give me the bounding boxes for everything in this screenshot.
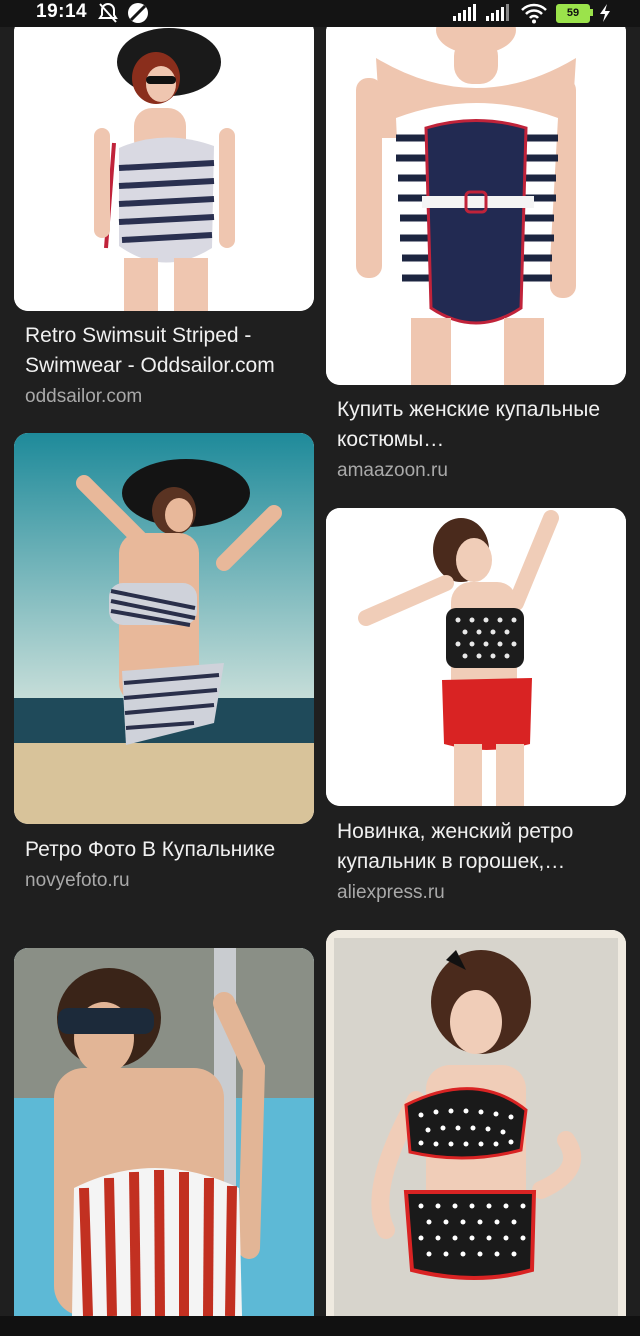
- navigation-bar: [0, 1316, 640, 1336]
- result-image-2[interactable]: [326, 18, 626, 385]
- signal-icon: [485, 2, 511, 27]
- result-image-4[interactable]: [326, 508, 626, 806]
- result-caption-4[interactable]: Новинка, женский ретро купальник в горош…: [337, 817, 637, 907]
- result-image-1[interactable]: [14, 18, 314, 311]
- wifi-icon: [520, 2, 548, 29]
- result-image-6[interactable]: [326, 930, 626, 1316]
- signal-icon: [452, 2, 478, 27]
- result-title: Ретро Фото В Купальнике: [25, 838, 276, 861]
- result-image-3[interactable]: [14, 433, 314, 824]
- do-not-disturb-icon: [126, 2, 150, 29]
- result-caption-3[interactable]: Ретро Фото В Купальнике novyefoto.ru: [25, 835, 325, 895]
- result-source: oddsailor.com: [25, 386, 143, 407]
- battery-tip: [590, 9, 593, 16]
- result-caption-1[interactable]: Retro Swimsuit Striped - Swimwear - Odds…: [25, 321, 325, 411]
- clock: 19:14: [36, 1, 88, 22]
- result-caption-2[interactable]: Купить женские купальные костюмы… amaazo…: [337, 395, 637, 485]
- battery-icon: 59: [556, 4, 590, 23]
- result-title: Купить женские купальные костюмы…: [337, 398, 601, 451]
- result-source: novyefoto.ru: [25, 870, 130, 891]
- status-bar: 19:14 59: [0, 0, 640, 27]
- alarm-off-icon: [98, 2, 118, 29]
- result-source: amaazoon.ru: [337, 460, 448, 481]
- charging-icon: [598, 3, 612, 28]
- result-source: aliexpress.ru: [337, 882, 445, 903]
- result-image-5[interactable]: [14, 948, 314, 1316]
- result-title: Retro Swimsuit Striped - Swimwear - Odds…: [25, 324, 275, 377]
- result-title: Новинка, женский ретро купальник в горош…: [337, 820, 574, 873]
